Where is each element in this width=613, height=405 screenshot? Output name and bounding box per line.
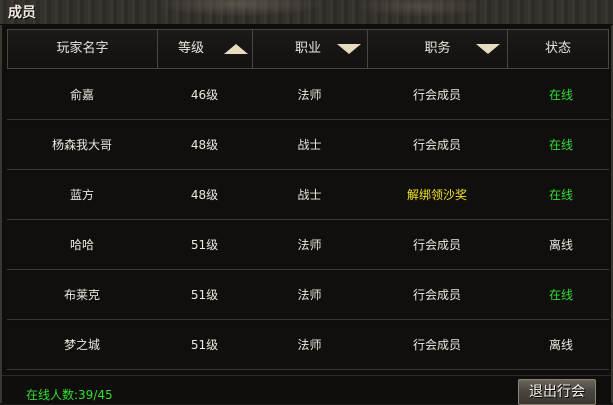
table-row[interactable]: 布莱克 51级 法师 行会成员 在线: [7, 271, 609, 320]
player-level: 51级: [190, 238, 219, 252]
player-level: 46级: [190, 88, 219, 102]
player-level: 51级: [190, 288, 219, 302]
members-footer: 在线人数:39/45 退出行会: [2, 375, 611, 405]
player-role: 行会成员: [412, 288, 461, 302]
player-name: 布莱克: [63, 288, 100, 302]
player-level: 48级: [190, 138, 219, 152]
window-title: 成员: [8, 5, 36, 21]
player-role: 行会成员: [412, 88, 461, 102]
status-badge: 离线: [548, 238, 573, 252]
status-badge: 在线: [548, 288, 573, 302]
player-role: 行会成员: [412, 138, 461, 152]
sort-descending-icon[interactable]: [476, 44, 500, 54]
player-name: 哈哈: [69, 238, 94, 252]
player-class: 法师: [297, 238, 322, 252]
player-class: 法师: [297, 88, 322, 102]
player-class: 法师: [297, 288, 322, 302]
status-badge: 在线: [548, 88, 573, 102]
table-header: 玩家名字 等级 职业 职务 状态: [7, 29, 609, 69]
title-bar: 成员: [0, 0, 613, 25]
header-class-label: 职业: [294, 41, 321, 56]
header-status-label: 状态: [544, 41, 571, 56]
player-name: 梦之城: [63, 338, 100, 352]
player-class: 战士: [297, 138, 322, 152]
header-player-name[interactable]: 玩家名字: [8, 30, 158, 68]
player-level: 51级: [190, 338, 219, 352]
sort-ascending-icon[interactable]: [224, 44, 248, 54]
header-class[interactable]: 职业: [253, 30, 368, 68]
status-badge: 在线: [548, 188, 573, 202]
table-row[interactable]: 俞嘉 46级 法师 行会成员 在线: [7, 71, 609, 120]
player-role: 行会成员: [412, 238, 461, 252]
status-badge: 离线: [548, 338, 573, 352]
player-class: 战士: [297, 188, 322, 202]
header-role-label: 职务: [424, 41, 451, 56]
player-name: 俞嘉: [69, 88, 94, 102]
sort-descending-icon[interactable]: [337, 44, 361, 54]
player-name: 蓝方: [69, 188, 94, 202]
table-row[interactable]: 蓝方 48级 战士 解绑领沙奖 在线: [7, 171, 609, 220]
table-row[interactable]: 杨森我大哥 48级 战士 行会成员 在线: [7, 121, 609, 170]
table-row[interactable]: 梦之城 51级 法师 行会成员 离线: [7, 321, 609, 370]
header-role[interactable]: 职务: [368, 30, 508, 68]
quit-guild-button[interactable]: 退出行会: [518, 379, 596, 405]
player-class: 法师: [297, 338, 322, 352]
online-count: 在线人数:39/45: [26, 388, 113, 402]
player-role: 解绑领沙奖: [406, 188, 467, 202]
header-level[interactable]: 等级: [158, 30, 253, 68]
status-badge: 在线: [548, 138, 573, 152]
player-level: 48级: [190, 188, 219, 202]
table-row[interactable]: 哈哈 51级 法师 行会成员 离线: [7, 221, 609, 270]
player-role: 行会成员: [412, 338, 461, 352]
guild-members-panel: 玩家名字 等级 职业 职务 状态 俞嘉 46级 法师 行会成员 在线 杨森我大哥…: [0, 25, 613, 405]
header-player-name-label: 玩家名字: [56, 41, 109, 56]
header-level-label: 等级: [177, 41, 204, 56]
header-status[interactable]: 状态: [508, 30, 608, 68]
player-name: 杨森我大哥: [51, 138, 112, 152]
